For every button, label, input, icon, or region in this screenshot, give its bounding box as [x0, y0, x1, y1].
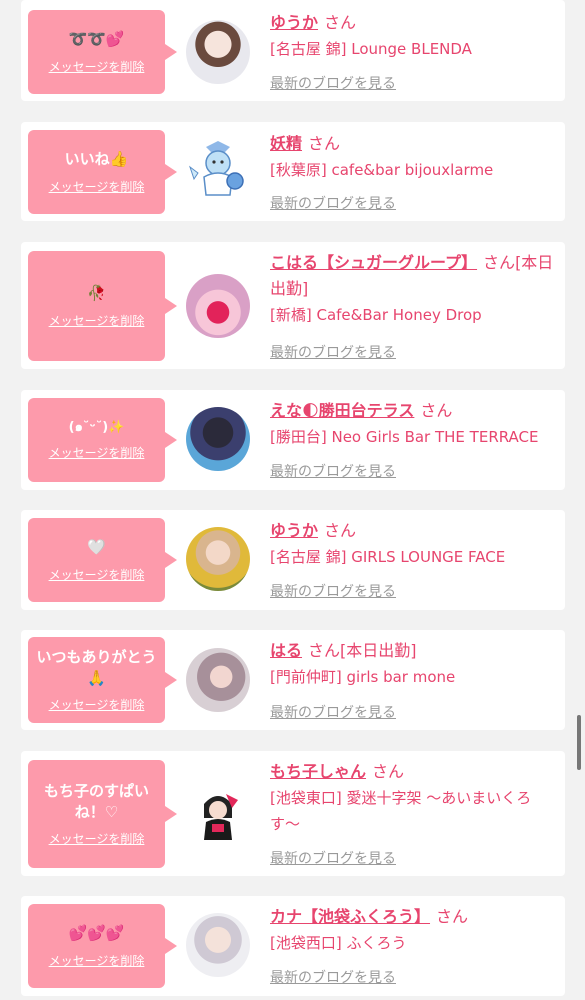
avatar[interactable] — [186, 20, 250, 84]
message-card: 🤍 メッセージを削除 ゆうか さん [名古屋 錦] GIRLS LOUNGE FA… — [21, 510, 565, 610]
shop-info: [勝田台] Neo Girls Bar THE TERRACE — [270, 428, 539, 446]
message-card: 🥀 メッセージを削除 こはる【シュガーグループ】 さん[本日出勤] [新橋] Ca… — [21, 242, 565, 369]
girl-name-link[interactable]: カナ【池袋ふくろう】 — [270, 907, 430, 926]
shop-info: [池袋東口] 愛迷十字架 〜あいまいくろす〜 — [270, 789, 532, 833]
latest-blog-link[interactable]: 最新のブログを見る — [270, 73, 396, 93]
shop-info: [新橋] Cafe&Bar Honey Drop — [270, 306, 482, 324]
delete-message-link[interactable]: メッセージを削除 — [49, 696, 145, 713]
message-card: (๑˘ᵕ˘)✨ メッセージを削除 えな🌓勝田台テラス さん [勝田台] Neo G… — [21, 390, 565, 490]
girl-name-link[interactable]: 妖精 — [270, 134, 302, 153]
message-text: 🤍 — [87, 538, 106, 557]
delete-message-link[interactable]: メッセージを削除 — [49, 952, 145, 969]
girl-name-link[interactable]: こはる【シュガーグループ】 — [270, 253, 477, 272]
latest-blog-link[interactable]: 最新のブログを見る — [270, 702, 396, 722]
girl-name-link[interactable]: ゆうか — [270, 521, 318, 540]
message-text: いいね👍 — [64, 150, 129, 169]
message-text: いつもありがとう🙏 — [36, 648, 157, 687]
message-bubble: いつもありがとう🙏 メッセージを削除 — [28, 637, 177, 723]
honorific: さん — [324, 13, 357, 32]
honorific: さん — [420, 401, 453, 420]
girl-name-link[interactable]: はる — [270, 641, 302, 660]
shop-info: [名古屋 錦] Lounge BLENDA — [270, 40, 472, 58]
message-bubble: ➰➰💕 メッセージを削除 — [28, 10, 177, 94]
shop-info: [名古屋 錦] GIRLS LOUNGE FACE — [270, 548, 506, 566]
latest-blog-link[interactable]: 最新のブログを見る — [270, 967, 396, 987]
message-bubble: (๑˘ᵕ˘)✨ メッセージを削除 — [28, 398, 177, 482]
avatar[interactable] — [186, 648, 250, 712]
latest-blog-link[interactable]: 最新のブログを見る — [270, 848, 396, 868]
avatar[interactable] — [186, 782, 250, 846]
avatar[interactable] — [186, 527, 250, 591]
delete-message-link[interactable]: メッセージを削除 — [49, 830, 145, 847]
avatar[interactable] — [186, 407, 250, 471]
honorific: さん — [308, 134, 341, 153]
avatar[interactable] — [186, 274, 250, 338]
message-card: いつもありがとう🙏 メッセージを削除 はる さん[本日出勤] [門前仲町] gir… — [21, 630, 565, 730]
message-bubble: 🥀 メッセージを削除 — [28, 251, 177, 361]
delete-message-link[interactable]: メッセージを削除 — [49, 58, 145, 75]
message-bubble: 🤍 メッセージを削除 — [28, 518, 177, 602]
latest-blog-link[interactable]: 最新のブログを見る — [270, 342, 396, 362]
message-text: 🥀 — [87, 284, 106, 303]
honorific: さん — [324, 521, 357, 540]
honorific: さん — [436, 907, 469, 926]
delete-message-link[interactable]: メッセージを削除 — [49, 312, 145, 329]
latest-blog-link[interactable]: 最新のブログを見る — [270, 193, 396, 213]
shop-info: [門前仲町] girls bar mone — [270, 668, 456, 686]
message-card: いいね👍 メッセージを削除 妖精 さん [秋葉原] cafe&bar bijoux… — [21, 122, 565, 221]
honorific: さん — [308, 641, 341, 660]
message-text: (๑˘ᵕ˘)✨ — [68, 419, 125, 435]
message-text: 💕💕💕 — [68, 924, 125, 943]
status-badge: [本日出勤] — [340, 641, 417, 660]
honorific: さん — [372, 762, 405, 781]
shop-info: [秋葉原] cafe&bar bijouxlarme — [270, 161, 494, 179]
delete-message-link[interactable]: メッセージを削除 — [49, 566, 145, 583]
shop-info: [池袋西口] ふくろう — [270, 934, 407, 952]
message-card: ➰➰💕 メッセージを削除 ゆうか さん [名古屋 錦] Lounge BLENDA… — [21, 0, 565, 101]
avatar[interactable] — [186, 139, 250, 203]
girl-name-link[interactable]: もち子しゃん — [270, 762, 366, 781]
message-text: ➰➰💕 — [68, 30, 125, 49]
girl-name-link[interactable]: ゆうか — [270, 13, 318, 32]
latest-blog-link[interactable]: 最新のブログを見る — [270, 581, 396, 601]
avatar[interactable] — [186, 913, 250, 977]
fairy-mascot-icon — [189, 141, 244, 196]
honorific: さん — [483, 253, 516, 272]
message-bubble: 💕💕💕 メッセージを削除 — [28, 904, 177, 988]
delete-message-link[interactable]: メッセージを削除 — [49, 444, 145, 461]
girl-name-link[interactable]: えな🌓勝田台テラス — [270, 401, 414, 420]
message-bubble: いいね👍 メッセージを削除 — [28, 130, 177, 214]
latest-blog-link[interactable]: 最新のブログを見る — [270, 461, 396, 481]
message-bubble: もち子のすぱいね！♡ メッセージを削除 — [28, 760, 177, 868]
message-card: 💕💕💕 メッセージを削除 カナ【池袋ふくろう】 さん [池袋西口] ふくろう 最新… — [21, 896, 565, 996]
delete-message-link[interactable]: メッセージを削除 — [49, 178, 145, 195]
message-card: もち子のすぱいね！♡ メッセージを削除 もち子しゃん さん [池袋東口] 愛迷十字… — [21, 751, 565, 876]
message-text: もち子のすぱいね！♡ — [43, 782, 149, 821]
character-avatar-icon — [204, 794, 238, 840]
scrollbar-thumb[interactable] — [577, 715, 581, 770]
